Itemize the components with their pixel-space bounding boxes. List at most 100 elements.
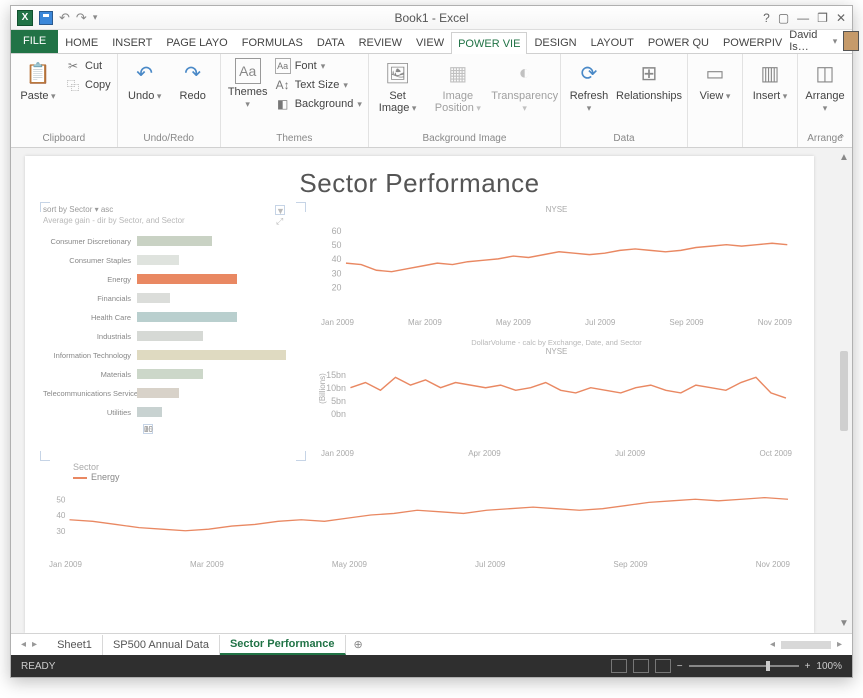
- tab-data[interactable]: DATA: [310, 31, 352, 53]
- line2-title: NYSE: [317, 347, 796, 356]
- image-position-icon: ▦: [443, 58, 473, 88]
- svg-text:50: 50: [332, 240, 342, 250]
- line-chart-nyse-price[interactable]: NYSE 2030405060 Jan 2009Mar 2009May 2009…: [317, 205, 796, 327]
- font-button[interactable]: AaFont: [275, 58, 362, 74]
- bar-row[interactable]: Utilities: [43, 404, 303, 420]
- svg-text:30: 30: [332, 268, 342, 278]
- copy-button[interactable]: ⿻Copy: [65, 77, 111, 93]
- zoom-slider[interactable]: [689, 665, 799, 667]
- zoom-in-button[interactable]: +: [805, 661, 811, 672]
- refresh-icon: ⟳: [574, 58, 604, 88]
- qat-customize-icon[interactable]: ▾: [93, 12, 98, 23]
- tab-home[interactable]: HOME: [58, 31, 105, 53]
- window-controls: ? ▢ — ❐ ✕: [763, 11, 852, 25]
- redo-button[interactable]: ↷Redo: [172, 58, 214, 102]
- view-page-layout-icon[interactable]: [633, 659, 649, 673]
- collapse-ribbon-icon[interactable]: ⌃: [837, 132, 846, 145]
- horizontal-scrollbar[interactable]: ◂▸: [770, 639, 852, 650]
- relationships-button[interactable]: ⊞Relationships: [617, 58, 681, 102]
- report-title[interactable]: Sector Performance: [43, 168, 796, 199]
- qat-redo-icon[interactable]: ↷: [76, 10, 87, 26]
- status-bar: READY − + 100%: [11, 655, 852, 677]
- set-image-icon: 🖼: [383, 58, 413, 88]
- ribbon: 📋 Paste ✂Cut ⿻Copy Clipboard ↶Undo ↷Redo…: [11, 54, 852, 148]
- power-view-canvas[interactable]: Sector Performance ▼ ⤢ sort by Sector ▾ …: [25, 156, 814, 633]
- view-button[interactable]: ▭View: [694, 58, 736, 102]
- sheet-tab-sp500[interactable]: SP500 Annual Data: [103, 635, 220, 655]
- line3-svg: 304050: [43, 486, 796, 557]
- workspace: Sector Performance ▼ ⤢ sort by Sector ▾ …: [11, 148, 852, 633]
- maximize-button[interactable]: ❐: [817, 11, 828, 25]
- view-page-break-icon[interactable]: [655, 659, 671, 673]
- set-image-button[interactable]: 🖼Set Image: [375, 58, 420, 114]
- filter-icon[interactable]: ▼ ⤢: [275, 205, 285, 215]
- zoom-level[interactable]: 100%: [816, 661, 842, 672]
- bar-row[interactable]: Energy: [43, 271, 303, 287]
- tab-file[interactable]: FILE: [11, 29, 58, 53]
- ribbon-display-icon[interactable]: ▢: [778, 11, 789, 25]
- themes-button[interactable]: AaThemes: [227, 58, 269, 110]
- tab-page-layout[interactable]: PAGE LAYO: [159, 31, 234, 53]
- qat-undo-icon[interactable]: ↶: [59, 10, 70, 26]
- tab-formulas[interactable]: FORMULAS: [235, 31, 310, 53]
- scroll-up-icon[interactable]: ▲: [839, 152, 849, 163]
- bar-row[interactable]: Telecommunications Services: [43, 385, 303, 401]
- transparency-button[interactable]: ◐Transparency: [495, 58, 554, 114]
- sheet-tab-sector-performance[interactable]: Sector Performance: [220, 635, 346, 655]
- quick-access-toolbar: X ↶ ↷ ▾: [11, 10, 97, 26]
- line-chart-nyse-volume[interactable]: DollarVolume - calc by Exchange, Date, a…: [317, 335, 796, 458]
- vertical-scrollbar[interactable]: ▲ ▼: [836, 148, 852, 633]
- tab-power-view[interactable]: POWER VIE: [451, 32, 527, 54]
- tab-powerpivot[interactable]: POWERPIV: [716, 31, 789, 53]
- tab-design[interactable]: DESIGN: [527, 31, 583, 53]
- bar-row[interactable]: Health Care: [43, 309, 303, 325]
- bar-row[interactable]: Materials: [43, 366, 303, 382]
- cut-button[interactable]: ✂Cut: [65, 58, 111, 74]
- bar-row[interactable]: Information Technology: [43, 347, 303, 363]
- tab-insert[interactable]: INSERT: [105, 31, 159, 53]
- svg-text:40: 40: [332, 254, 342, 264]
- sheet-nav[interactable]: ◂▸: [11, 639, 47, 650]
- undo-button[interactable]: ↶Undo: [124, 58, 166, 102]
- insert-button[interactable]: ▥Insert: [749, 58, 791, 102]
- close-button[interactable]: ✕: [836, 11, 846, 25]
- bar-chart[interactable]: ▼ ⤢ sort by Sector ▾ asc Average gain - …: [43, 205, 303, 458]
- group-label-themes: Themes: [227, 131, 362, 147]
- svg-text:0bn: 0bn: [331, 409, 346, 419]
- tab-view[interactable]: VIEW: [409, 31, 451, 53]
- svg-text:30: 30: [56, 527, 66, 536]
- bar-label: Telecommunications Services: [43, 389, 137, 398]
- bar-row[interactable]: Consumer Staples: [43, 252, 303, 268]
- save-icon[interactable]: [39, 11, 53, 25]
- tab-review[interactable]: REVIEW: [352, 31, 409, 53]
- bar-row[interactable]: Financials: [43, 290, 303, 306]
- user-account[interactable]: David Is… ▾ ☻: [789, 29, 863, 53]
- tab-layout[interactable]: LAYOUT: [584, 31, 641, 53]
- scroll-down-icon[interactable]: ▼: [839, 618, 849, 629]
- legend-swatch: [73, 477, 87, 479]
- background-button[interactable]: ◧Background: [275, 96, 362, 112]
- bar-row[interactable]: Consumer Discretionary: [43, 233, 303, 249]
- line2-svg: 0bn5bn10bn15bn: [317, 358, 796, 447]
- zoom-out-button[interactable]: −: [677, 661, 683, 672]
- text-size-button[interactable]: A↕Text Size: [275, 77, 362, 93]
- help-icon[interactable]: ?: [763, 11, 770, 25]
- bar-row[interactable]: Industrials: [43, 328, 303, 344]
- add-sheet-button[interactable]: ⊕: [346, 635, 371, 655]
- view-normal-icon[interactable]: [611, 659, 627, 673]
- refresh-button[interactable]: ⟳Refresh: [567, 58, 611, 114]
- tab-power-query[interactable]: POWER QU: [641, 31, 716, 53]
- minimize-button[interactable]: —: [797, 11, 809, 25]
- group-label-undo: Undo/Redo: [124, 131, 214, 147]
- paste-button[interactable]: 📋 Paste: [17, 58, 59, 102]
- line-chart-bottom[interactable]: 304050 Jan 2009Mar 2009May 2009Jul 2009S…: [43, 486, 796, 568]
- undo-icon: ↶: [130, 58, 160, 88]
- font-icon: Aa: [275, 58, 291, 74]
- image-position-button[interactable]: ▦Image Position: [426, 58, 489, 114]
- title-bar: X ↶ ↷ ▾ Book1 - Excel ? ▢ — ❐ ✕: [11, 6, 852, 30]
- sheet-tab-bar: ◂▸ Sheet1 SP500 Annual Data Sector Perfo…: [11, 633, 852, 655]
- sort-control[interactable]: sort by Sector ▾ asc: [43, 205, 303, 214]
- sheet-tab-sheet1[interactable]: Sheet1: [47, 635, 103, 655]
- scroll-thumb[interactable]: [840, 351, 848, 431]
- arrange-button[interactable]: ◫Arrange: [804, 58, 846, 114]
